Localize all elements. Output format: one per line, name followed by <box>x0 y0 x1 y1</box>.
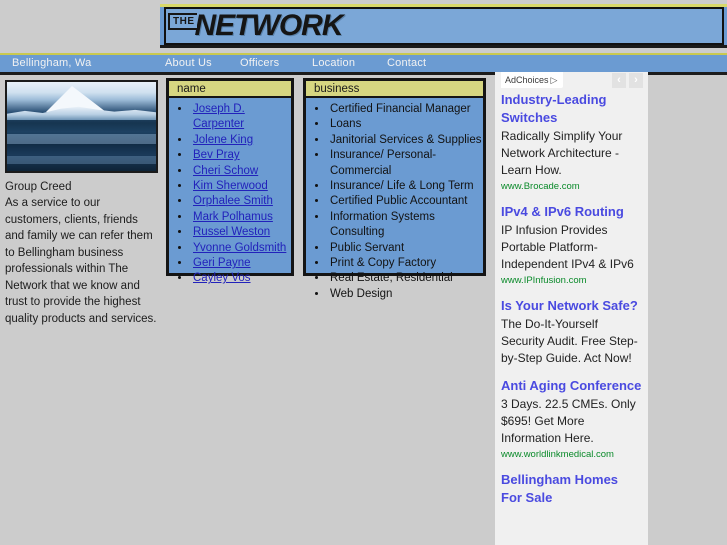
business-label: Web Design <box>330 287 393 300</box>
list-item: Joseph D. Carpenter <box>191 102 291 133</box>
business-label: Insurance/ Personal-Commercial <box>330 149 437 177</box>
nav-item-location[interactable]: Location <box>312 57 355 69</box>
ad-unit: Is Your Network Safe? The Do-It-Yourself … <box>495 296 648 367</box>
list-item: Loans <box>328 117 483 132</box>
business-label: Certified Public Accountant <box>330 195 468 208</box>
ad-title-link[interactable]: IPv4 & IPv6 Routing <box>501 203 642 221</box>
list-item: Bev Pray <box>191 148 291 163</box>
business-panel-header: business <box>306 81 483 98</box>
site-logo[interactable]: THE NETWORK <box>168 8 344 44</box>
ad-list: Industry-Leading Switches Radically Simpl… <box>495 90 648 507</box>
name-link[interactable]: Cheri Schow <box>193 165 258 177</box>
list-item: Web Design <box>328 287 483 302</box>
nav-item-contact[interactable]: Contact <box>387 57 426 69</box>
business-label: Real Estate, Residential <box>330 272 453 285</box>
adchoices-triangle-icon: ▷ <box>550 75 558 85</box>
business-label: Certified Financial Manager <box>330 103 471 115</box>
ad-prev-arrow-icon[interactable]: ‹ <box>612 73 626 88</box>
mountain-landscape-photo <box>5 80 158 173</box>
list-item: Russel Weston <box>191 225 291 240</box>
advertisement-panel: AdChoices ▷ ‹ › Industry-Leading Switches… <box>495 72 648 545</box>
list-item: Public Servant <box>328 241 483 256</box>
ad-panel-header: AdChoices ▷ ‹ › <box>495 72 648 90</box>
name-link[interactable]: Jolene King <box>193 134 253 146</box>
list-item: Real Estate, Residential <box>328 271 483 286</box>
name-list: Joseph D. Carpenter Jolene King Bev Pray Ch… <box>169 98 291 287</box>
ad-unit: IPv4 & IPv6 Routing IP Infusion Provides … <box>495 202 648 287</box>
name-link[interactable]: Yvonne Goldsmith <box>193 242 286 254</box>
ad-title-link[interactable]: Bellingham Homes For Sale <box>501 471 642 507</box>
business-label: Public Servant <box>330 241 405 254</box>
list-item: Cheri Schow <box>191 164 291 179</box>
name-link[interactable]: Mark Polhamus <box>193 211 273 223</box>
ad-description: IP Infusion Provides Portable Platform-I… <box>501 223 634 271</box>
name-link[interactable]: Joseph D. Carpenter <box>193 103 245 130</box>
group-creed-title: Group Creed <box>5 181 72 193</box>
adchoices-tab[interactable]: AdChoices ▷ <box>501 72 564 88</box>
ad-unit: Anti Aging Conference 3 Days. 22.5 CMEs. … <box>495 376 648 461</box>
list-item: Print & Copy Factory <box>328 256 483 271</box>
nav-city-label: Bellingham, Wa <box>12 57 92 69</box>
water-band-shape <box>7 134 156 144</box>
main-navigation: Bellingham, Wa About Us Officers Locatio… <box>0 53 727 75</box>
list-item: Orphalee Smith <box>191 194 291 209</box>
nav-item-about-us[interactable]: About Us <box>165 57 212 69</box>
water-band-shape-2 <box>7 156 156 164</box>
name-panel-header: name <box>169 81 291 98</box>
ad-display-url[interactable]: www.IPInfusion.com <box>501 274 642 287</box>
list-item: Insurance/ Life & Long Term <box>328 179 483 194</box>
mountain-ridge-shape <box>7 106 156 120</box>
list-item: Jolene King <box>191 133 291 148</box>
group-creed-body: As a service to our customers, clients, … <box>5 197 157 325</box>
business-label: Insurance/ Life & Long Term <box>330 180 474 193</box>
list-item: Kim Sherwood <box>191 179 291 194</box>
list-item: Geri Payne <box>191 256 291 271</box>
ad-display-url[interactable]: www.worldlinkmedical.com <box>501 448 642 461</box>
list-item: Certified Public Accountant <box>328 194 483 209</box>
list-item: Insurance/ Personal-Commercial <box>328 148 483 179</box>
ad-next-arrow-icon[interactable]: › <box>629 73 643 88</box>
list-item: Cayley Vos <box>191 271 291 286</box>
name-link[interactable]: Geri Payne <box>193 257 251 269</box>
name-link[interactable]: Cayley Vos <box>193 272 251 284</box>
list-item: Mark Polhamus <box>191 210 291 225</box>
business-label: Print & Copy Factory <box>330 257 437 270</box>
ad-unit: Bellingham Homes For Sale <box>495 470 648 507</box>
nav-item-officers[interactable]: Officers <box>240 57 279 69</box>
name-link[interactable]: Bev Pray <box>193 149 240 161</box>
list-item: Yvonne Goldsmith <box>191 241 291 256</box>
logo-the-text: THE <box>168 12 197 30</box>
business-label: Information Systems Consulting <box>330 210 435 239</box>
list-item: Information Systems Consulting <box>328 210 483 241</box>
name-link[interactable]: Orphalee Smith <box>193 195 273 207</box>
ad-unit: Industry-Leading Switches Radically Simpl… <box>495 90 648 193</box>
business-list: Certified Financial Manager Loans Janitori… <box>306 98 483 302</box>
ad-description: 3 Days. 22.5 CMEs. Only $695! Get More I… <box>501 397 636 445</box>
business-list-panel: business Certified Financial Manager Loan… <box>303 78 486 300</box>
left-sidebar: Group Creed As a service to our customer… <box>5 80 160 327</box>
ad-display-url[interactable]: www.Brocade.com <box>501 180 642 193</box>
ad-description: Radically Simplify Your Network Architec… <box>501 129 623 177</box>
adchoices-label: AdChoices <box>505 75 549 85</box>
name-list-panel: name Joseph D. Carpenter Jolene King Bev P… <box>166 78 294 284</box>
business-label: Loans <box>330 118 362 131</box>
list-item: Janitorial Services & Supplies <box>328 133 483 148</box>
logo-network-text: NETWORK <box>194 9 344 42</box>
list-item: Certified Financial Manager <box>328 102 483 117</box>
ad-title-link[interactable]: Anti Aging Conference <box>501 377 642 395</box>
ad-title-link[interactable]: Is Your Network Safe? <box>501 297 642 315</box>
ad-description: The Do-It-Yourself Security Audit. Free … <box>501 317 638 365</box>
ad-title-link[interactable]: Industry-Leading Switches <box>501 91 642 127</box>
site-header: THE NETWORK <box>0 0 727 52</box>
name-link[interactable]: Russel Weston <box>193 226 270 238</box>
business-label: Janitorial Services & Supplies <box>330 133 482 146</box>
name-link[interactable]: Kim Sherwood <box>193 180 268 192</box>
